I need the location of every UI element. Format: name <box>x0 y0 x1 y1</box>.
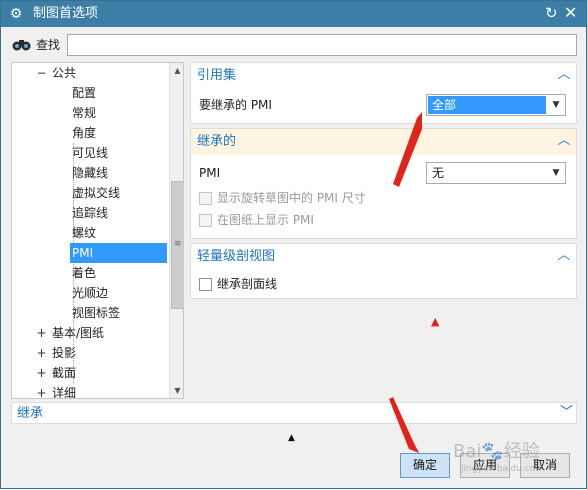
tree-item-smooth-edges[interactable]: 光顺边 <box>72 283 108 303</box>
chevron-down-icon: ▼ <box>552 168 560 178</box>
tree-item-projection[interactable]: 投影 <box>52 343 76 363</box>
chevron-down-icon[interactable]: ﹀ <box>560 404 573 422</box>
panel-header[interactable]: 引用集 ︿ <box>191 63 576 89</box>
collapse-triangle-icon[interactable]: ▲ <box>288 432 295 444</box>
collapse-icon[interactable]: − <box>36 63 47 83</box>
expand-icon[interactable]: + <box>36 383 47 398</box>
tree-item-config[interactable]: 配置 <box>72 83 96 103</box>
tree-item-section[interactable]: 截面 <box>52 363 76 383</box>
category-tree: − 公共 配置 常规 角度 可见线 隐藏线 虚拟交线 追踪线 螺纹 PMI 着色… <box>11 62 184 399</box>
close-icon[interactable]: ✕ <box>564 4 577 22</box>
tree-item-virtual-intersection[interactable]: 虚拟交线 <box>72 183 120 203</box>
checkbox-show-pmi-on-drawing[interactable] <box>199 214 212 227</box>
tree-item-view-labels[interactable]: 视图标签 <box>72 303 120 323</box>
pmi-to-inherit-dropdown[interactable]: 全部 ▼ <box>426 94 566 116</box>
scroll-up-icon[interactable]: ▲ <box>170 63 183 78</box>
panel-title: 继承的 <box>197 134 237 149</box>
tree-item-trace-lines[interactable]: 追踪线 <box>72 203 108 223</box>
tree-item-shading[interactable]: 着色 <box>72 263 96 283</box>
option-label: 在图纸上显示 PMI <box>217 213 314 227</box>
chevron-up-icon[interactable]: ︿ <box>556 66 572 84</box>
tree-scrollbar[interactable]: ▲ ≡ ▼ <box>169 63 183 398</box>
tree-item-general[interactable]: 常规 <box>72 103 96 123</box>
search-label: 查找 <box>36 38 61 52</box>
dropdown-value: 全部 <box>428 96 546 114</box>
pmi-label: PMI <box>199 166 221 180</box>
watermark-text: Bai🐾经验 <box>453 441 540 462</box>
chevron-up-icon[interactable]: ︿ <box>556 247 572 265</box>
inherited-panel: 继承的 ︿ PMI 无 ▼ 显示旋转草图中的 PMI 尺寸 在图纸上显示 PMI <box>190 128 577 239</box>
expand-icon[interactable]: + <box>36 363 47 383</box>
tree-item-detail[interactable]: 详细 <box>52 383 76 398</box>
tree-item-common[interactable]: 公共 <box>52 63 76 83</box>
preferences-dialog: ⚙ 制图首选项 ↻ ✕ 查找 − 公共 配置 常规 角度 可见线 隐藏线 虚拟交… <box>0 0 587 489</box>
binoculars-icon <box>12 40 31 51</box>
scroll-down-icon[interactable]: ▼ <box>170 383 183 398</box>
tree-item-angle[interactable]: 角度 <box>72 123 96 143</box>
lightweight-section-panel: 轻量级剖视图 ︿ 继承剖面线 <box>190 243 577 299</box>
dialog-title: 制图首选项 <box>33 6 99 21</box>
tree-item-visible-lines[interactable]: 可见线 <box>72 143 108 163</box>
tree-item-base-drawing[interactable]: 基本/图纸 <box>52 323 104 343</box>
expand-icon[interactable]: + <box>36 343 47 363</box>
option-label: 显示旋转草图中的 PMI 尺寸 <box>217 191 366 205</box>
gear-icon: ⚙ <box>9 6 23 22</box>
panel-title: 轻量级剖视图 <box>197 249 276 264</box>
scrollbar-thumb[interactable]: ≡ <box>171 181 183 309</box>
panel-header[interactable]: 轻量级剖视图 ︿ <box>191 244 576 270</box>
panel-title: 引用集 <box>197 68 237 83</box>
reference-set-panel: 引用集 ︿ 要继承的 PMI 全部 ▼ <box>190 62 577 124</box>
section-title: 继承 <box>17 406 44 421</box>
reset-icon[interactable]: ↻ <box>545 5 558 22</box>
tree-item-pmi[interactable]: PMI <box>70 243 167 263</box>
tree-item-hidden-lines[interactable]: 隐藏线 <box>72 163 108 183</box>
tree-item-thread[interactable]: 螺纹 <box>72 223 96 243</box>
watermark-subtext: jingyan.baidu.com <box>461 464 545 474</box>
search-row: 查找 <box>11 34 578 56</box>
pmi-to-inherit-label: 要继承的 PMI <box>199 98 272 112</box>
chevron-down-icon: ▼ <box>552 100 560 110</box>
panel-header[interactable]: 继承的 ︿ <box>191 129 576 155</box>
ok-button[interactable]: 确定 <box>400 453 450 478</box>
title-bar: ⚙ 制图首选项 ↻ ✕ <box>1 1 586 27</box>
search-input[interactable] <box>67 34 577 56</box>
grip-icon: ≡ <box>174 239 182 249</box>
watermark-logo: Bai🐾经验 jingyan.baidu.com <box>453 441 583 485</box>
inherit-section-bar[interactable]: 继承 ﹀ <box>11 402 577 424</box>
dropdown-value: 无 <box>432 166 445 180</box>
pmi-dropdown[interactable]: 无 ▼ <box>426 162 566 184</box>
checkbox-inherit-hatching[interactable] <box>199 278 212 291</box>
expand-icon[interactable]: + <box>36 323 47 343</box>
chevron-up-icon[interactable]: ︿ <box>556 132 572 150</box>
checkbox-rotated-sketch-pmi[interactable] <box>199 192 212 205</box>
red-triangle-icon: ▲ <box>431 315 440 328</box>
option-label: 继承剖面线 <box>217 277 278 291</box>
